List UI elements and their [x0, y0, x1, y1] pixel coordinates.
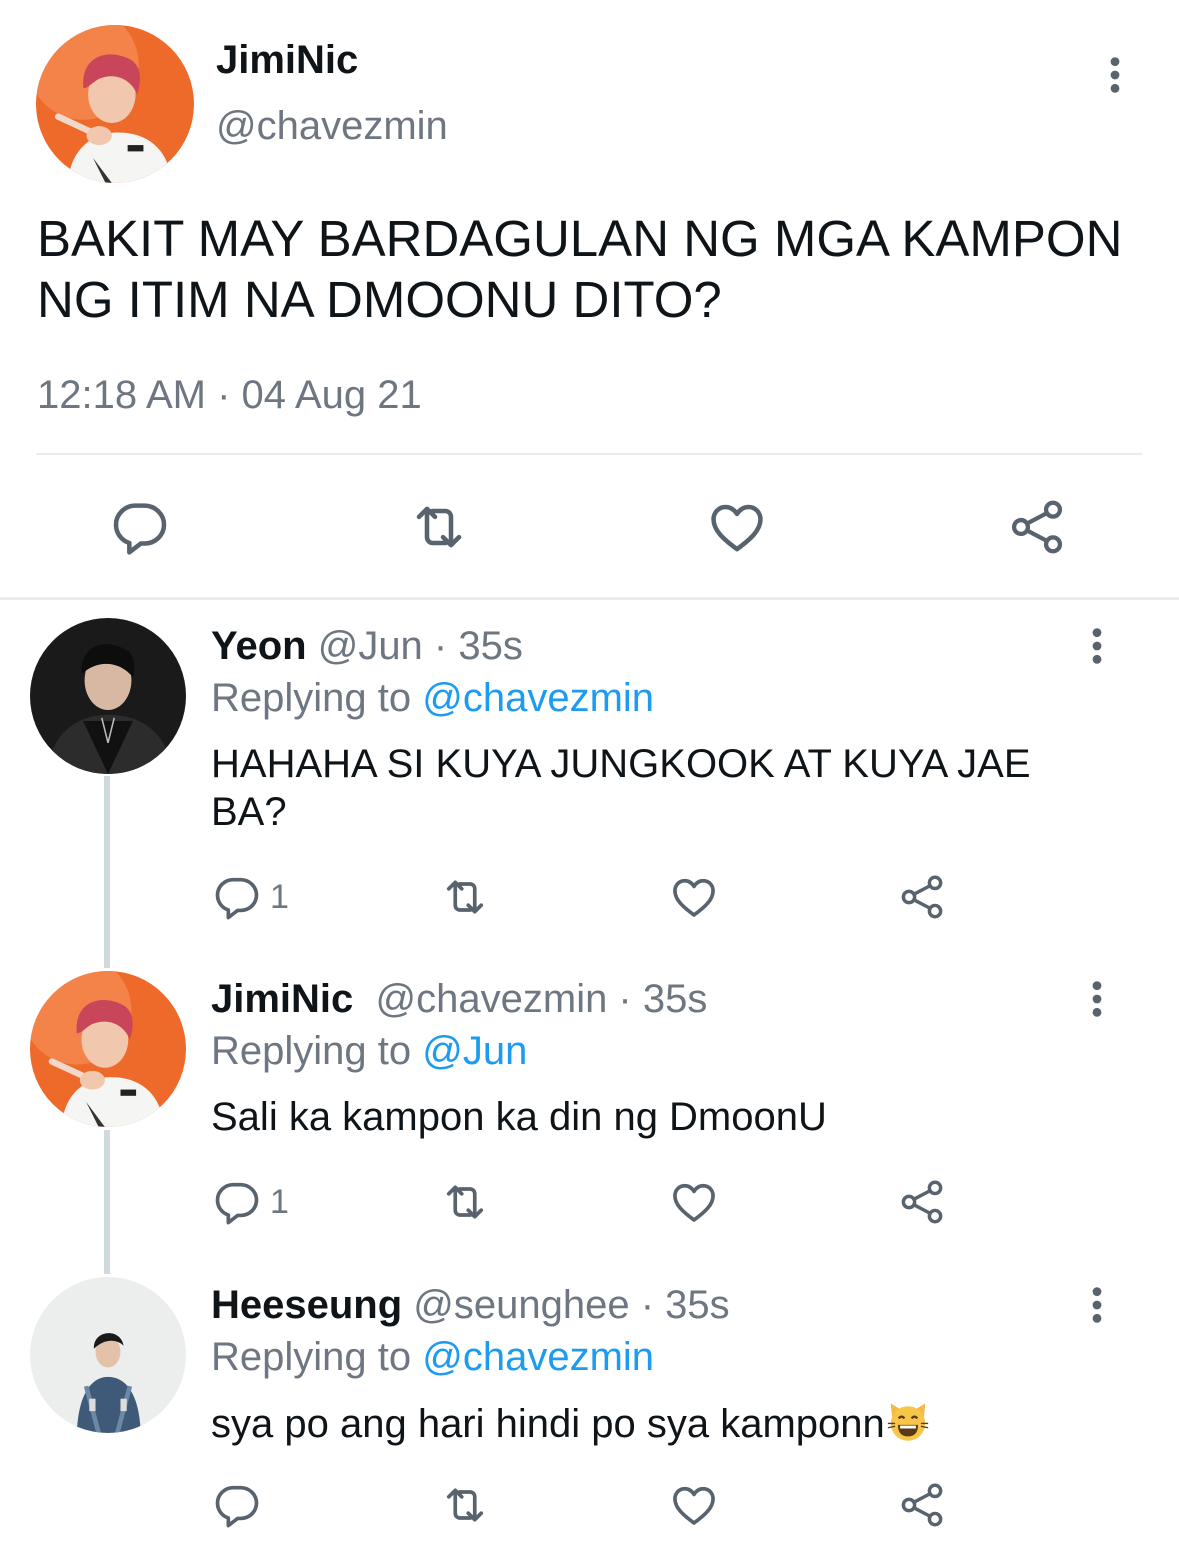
- like-icon[interactable]: [668, 1479, 720, 1531]
- main-tweet: JimiNic @chavezmin BAKIT MAY BARDAGULAN …: [0, 0, 1179, 600]
- grinning-cat-icon: [885, 1399, 931, 1445]
- author-name[interactable]: Yeon: [211, 624, 307, 668]
- reply-text-content: sya po ang hari hindi po sya kamponn: [211, 1402, 885, 1446]
- tweet-timestamp: 12:18 AM · 04 Aug 21: [37, 373, 422, 417]
- avatar-image: [36, 25, 194, 183]
- replying-to: Replying to @Jun: [211, 1029, 527, 1074]
- more-options-icon[interactable]: [1098, 55, 1132, 95]
- avatar[interactable]: [30, 1277, 186, 1433]
- avatar[interactable]: [30, 971, 186, 1127]
- author-name[interactable]: Heeseung: [211, 1283, 402, 1327]
- author-meta: @Jun · 35s: [306, 624, 523, 668]
- more-options-icon[interactable]: [1080, 626, 1114, 666]
- author-meta: @chavezmin · 35s: [353, 977, 708, 1021]
- mention-link[interactable]: @Jun: [422, 1029, 527, 1073]
- reply-icon[interactable]: [211, 871, 263, 923]
- more-options-icon[interactable]: [1080, 979, 1114, 1019]
- reply-tweet[interactable]: Heeseung @seunghee · 35s Replying to @ch…: [0, 1277, 1179, 1547]
- avatar[interactable]: [30, 618, 186, 774]
- share-icon[interactable]: [896, 1479, 948, 1531]
- replying-to: Replying to @chavezmin: [211, 676, 654, 721]
- retweet-icon[interactable]: [439, 1176, 491, 1228]
- reply-text: sya po ang hari hindi po sya kamponn: [211, 1399, 1091, 1448]
- retweet-icon[interactable]: [439, 1479, 491, 1531]
- replying-to-label: Replying to: [211, 676, 423, 720]
- author-handle[interactable]: @chavezmin: [216, 104, 448, 149]
- avatar[interactable]: [36, 25, 194, 183]
- reply-text: Sali ka kampon ka din ng DmoonU: [211, 1095, 827, 1139]
- reply-icon[interactable]: [211, 1176, 263, 1228]
- reply-header: Heeseung @seunghee · 35s: [211, 1283, 730, 1328]
- reply-header: JimiNic @chavezmin · 35s: [211, 977, 707, 1022]
- reply-icon[interactable]: [211, 1479, 263, 1531]
- reply-text: HAHAHA SI KUYA JUNGKOOK AT KUYA JAE BA?: [211, 742, 1031, 834]
- reply-header: Yeon @Jun · 35s: [211, 624, 523, 669]
- reply-tweet[interactable]: Yeon @Jun · 35s Replying to @chavezmin H…: [0, 618, 1179, 958]
- divider: [0, 597, 1179, 600]
- replying-to: Replying to @chavezmin: [211, 1335, 654, 1380]
- divider: [36, 453, 1142, 455]
- reply-count: 1: [270, 878, 289, 916]
- mention-link[interactable]: @chavezmin: [422, 1335, 654, 1379]
- like-icon[interactable]: [668, 871, 720, 923]
- mention-link[interactable]: @chavezmin: [422, 676, 654, 720]
- retweet-icon[interactable]: [407, 495, 471, 559]
- replying-to-label: Replying to: [211, 1029, 423, 1073]
- author-meta: @seunghee · 35s: [402, 1283, 730, 1327]
- reply-tweet[interactable]: JimiNic @chavezmin · 35s Replying to @Ju…: [0, 971, 1179, 1271]
- like-icon[interactable]: [668, 1176, 720, 1228]
- like-icon[interactable]: [705, 495, 769, 559]
- author-name[interactable]: JimiNic: [211, 977, 353, 1021]
- author-name[interactable]: JimiNic: [216, 38, 358, 83]
- tweet-text: BAKIT MAY BARDAGULAN NG MGA KAMPON NG IT…: [37, 210, 1123, 328]
- share-icon[interactable]: [1005, 495, 1069, 559]
- share-icon[interactable]: [896, 1176, 948, 1228]
- share-icon[interactable]: [896, 871, 948, 923]
- replying-to-label: Replying to: [211, 1335, 423, 1379]
- reply-count: 1: [270, 1183, 289, 1221]
- reply-icon[interactable]: [108, 495, 172, 559]
- retweet-icon[interactable]: [439, 871, 491, 923]
- more-options-icon[interactable]: [1080, 1285, 1114, 1325]
